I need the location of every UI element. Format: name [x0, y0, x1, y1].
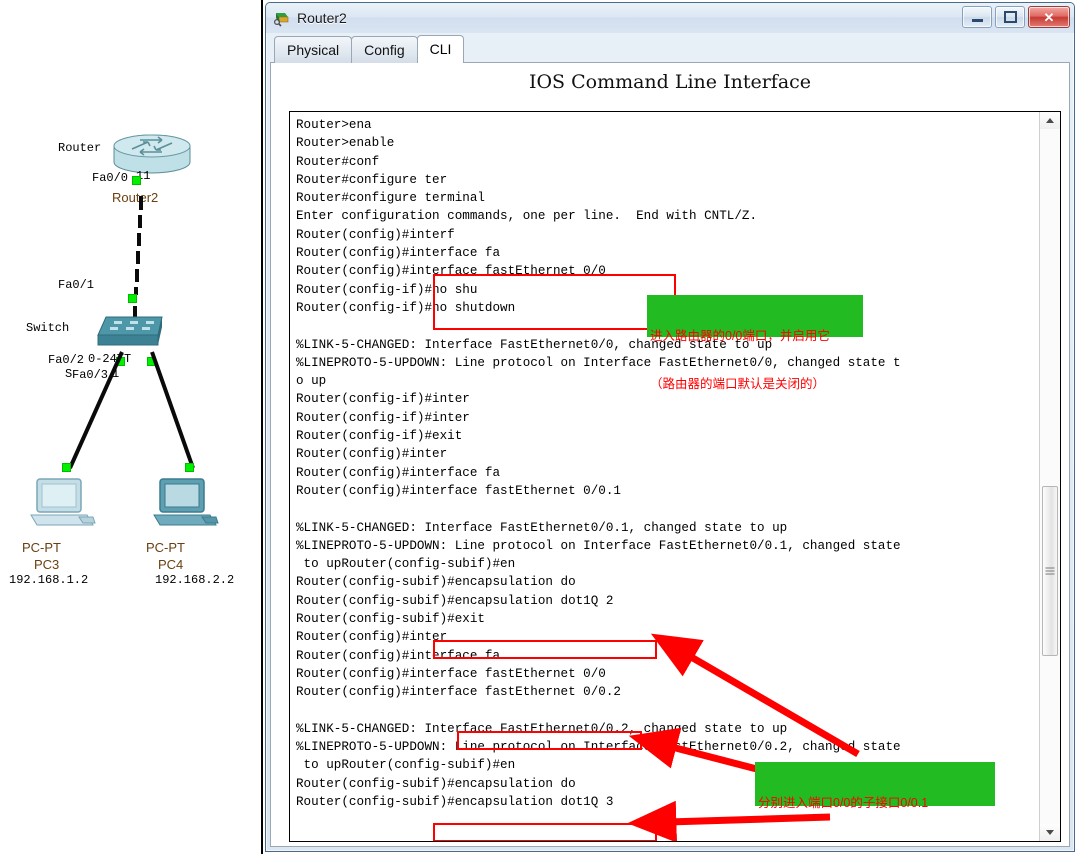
note1-line1: 进入路由器的0/0端口，并启用它	[650, 329, 830, 343]
cli-line: Router(config)#interface fa	[296, 246, 501, 261]
cli-line: %LINEPROTO-5-UPDOWN: Line protocol on In…	[296, 740, 901, 755]
cli-panel: IOS Command Line Interface Router>ena Rou…	[270, 63, 1070, 847]
cli-line: Router(config)#interface fastEthernet 0/…	[296, 685, 621, 700]
packet-tracer-device-icon	[273, 9, 291, 27]
note2-line1: 分别进入端口0/0的子接口0/0.1	[758, 796, 929, 810]
note1-line2: （路由器的端口默认是关闭的）	[650, 377, 826, 391]
close-icon: ✕	[1043, 9, 1055, 25]
minimize-button[interactable]	[962, 6, 992, 28]
network-topology-panel[interactable]: Router Fa0/0 11 Router2 Fa0/1 Switch Fa0…	[0, 0, 263, 854]
cli-line: Router(config)#interface fastEthernet 0/…	[296, 264, 606, 279]
cli-line: %LINEPROTO-5-UPDOWN: Line protocol on In…	[296, 538, 901, 553]
link-led-router-fa00	[132, 176, 141, 185]
cli-line: Router>ena	[296, 118, 372, 132]
router-name-label: Router	[58, 141, 102, 155]
pc3-ip-label: 192.168.1.2	[9, 573, 89, 587]
cli-vertical-scrollbar[interactable]	[1039, 112, 1060, 841]
router2-device-window[interactable]: Router2 ✕ Physical Config CLI IOS Comman…	[265, 2, 1075, 852]
window-title-bar[interactable]: Router2 ✕	[266, 3, 1074, 33]
cli-line: Router(config)#inter	[296, 447, 448, 462]
cli-line: Router(config)#interf	[296, 227, 455, 242]
router-device-label: Router2	[112, 190, 159, 205]
cli-line: Router(config)#interface fa	[296, 648, 501, 663]
link-led-switch-fa01	[128, 294, 137, 303]
switch-uplink-port-label: Fa0/1	[58, 278, 95, 292]
cable-router-switch-seg5	[135, 269, 139, 282]
grip-icon	[1045, 567, 1055, 575]
cli-output[interactable]: Router>ena Router>enable Router#conf Router…	[290, 112, 1039, 841]
router-port-label: Fa0/0	[92, 171, 129, 185]
tab-physical[interactable]: Physical	[274, 36, 353, 63]
pc4-ip-label: 192.168.2.2	[155, 573, 235, 587]
device-tabs[interactable]: Physical Config CLI	[266, 35, 1074, 63]
cli-line-list: Router>ena Router>enable Router#conf Router…	[296, 116, 1039, 811]
cli-line: Router(config)#interface fastEthernet 0/…	[296, 666, 606, 681]
cli-line	[296, 500, 1039, 518]
cli-line: Router(config)#interface fastEthernet 0/…	[296, 483, 621, 498]
cli-heading: IOS Command Line Interface	[528, 71, 812, 93]
cli-line: Router(config-subif)#exit	[296, 612, 485, 627]
cli-line: Router#configure ter	[296, 172, 448, 187]
cli-line: Enter configuration commands, one per li…	[296, 209, 758, 224]
cable-router-switch-seg4	[136, 251, 140, 264]
pc4-name-label: PC4	[158, 557, 184, 572]
maximize-button[interactable]	[995, 6, 1025, 28]
cli-line: Router(config)#inter	[296, 630, 448, 645]
cli-line: to upRouter(config-subif)#en	[296, 557, 516, 572]
scroll-up-button[interactable]	[1040, 112, 1060, 129]
highlight-box-interface-fa002	[433, 823, 657, 841]
cables-switch-to-pcs	[68, 351, 195, 469]
scroll-down-button[interactable]	[1040, 824, 1060, 841]
pc3-name-label: PC3	[34, 557, 60, 572]
close-button[interactable]: ✕	[1028, 6, 1070, 28]
annotation-note-enable-port: 进入路由器的0/0端口，并启用它 （路由器的端口默认是关闭的）	[647, 295, 863, 391]
cli-line: Router#configure terminal	[296, 191, 485, 206]
cli-line: %LINK-5-CHANGED: Interface FastEthernet0…	[296, 520, 788, 535]
cli-line	[296, 702, 1039, 720]
cli-line: Router#conf	[296, 154, 380, 169]
tab-cli[interactable]: CLI	[416, 35, 465, 63]
window-title: Router2	[297, 10, 347, 26]
tab-config[interactable]: Config	[351, 36, 418, 63]
link-led-pc4	[185, 463, 194, 472]
pc3-device-icon[interactable]	[27, 477, 97, 531]
cli-line: Router(config-if)#exit	[296, 429, 463, 444]
window-controls[interactable]: ✕	[962, 6, 1070, 28]
cli-terminal-frame[interactable]: Router>ena Router>enable Router#conf Router…	[289, 111, 1061, 842]
cable-router-switch-seg1	[139, 196, 143, 210]
pc4-type-label: PC-PT	[146, 540, 185, 555]
pc4-device-icon[interactable]	[150, 477, 220, 531]
cli-line: %LINK-5-CHANGED: Interface FastEthernet0…	[296, 721, 788, 736]
link-led-pc3	[62, 463, 71, 472]
chevron-up-icon	[1046, 118, 1054, 123]
switch-name-label: Switch	[26, 321, 70, 335]
cli-line: Router(config-subif)#encapsulation do	[296, 575, 576, 590]
cable-router-switch-seg3	[137, 233, 141, 246]
scrollbar-thumb[interactable]	[1042, 486, 1058, 656]
annotation-note-subinterfaces: 分别进入端口0/0的子接口0/0.1 和0/0.2设置其封装协议为dot1Q	[755, 762, 995, 810]
cable-router-switch-seg2	[138, 215, 142, 228]
chevron-down-icon	[1046, 830, 1054, 835]
cli-line: Router>enable	[296, 136, 395, 151]
cli-line: Router(config-subif)#encapsulation dot1Q…	[296, 593, 614, 608]
cli-line: Router(config)#interface fa	[296, 465, 501, 480]
pc3-type-label: PC-PT	[22, 540, 61, 555]
